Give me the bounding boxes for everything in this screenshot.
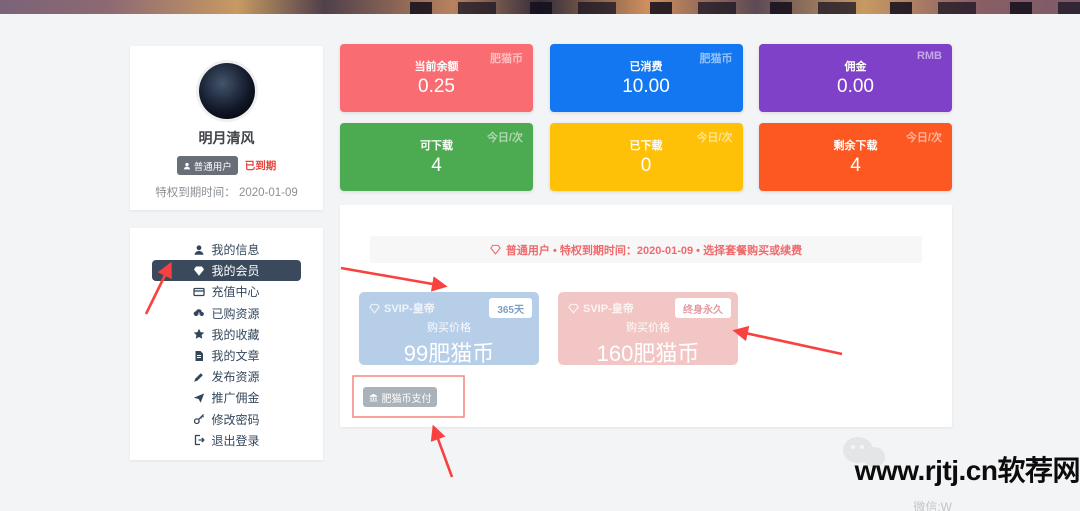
plan-card-365-days[interactable]: SVIP-皇帝 365天 购买价格 99肥猫币 <box>359 292 539 366</box>
sidebar-item-my-articles[interactable]: 我的文章 <box>152 345 301 366</box>
stat-tag: RMB <box>916 50 942 62</box>
avatar[interactable] <box>198 63 255 119</box>
gem-icon <box>193 265 205 277</box>
pay-with-coin-button[interactable]: 肥猫币支付 <box>363 387 437 407</box>
role-badge: 普通用户 <box>176 156 238 175</box>
user-icon <box>183 162 190 169</box>
gem-icon <box>490 244 501 255</box>
sidebar-item-label: 推广佣金 <box>211 391 260 406</box>
stat-tag: 今日/次 <box>696 132 733 144</box>
sidebar-item-recharge-center[interactable]: 充值中心 <box>152 281 301 302</box>
expiry-line: 特权到期时间： 2020-01-09 <box>130 184 323 200</box>
sidebar-item-change-password[interactable]: 修改密码 <box>152 409 301 430</box>
user-icon <box>193 244 205 256</box>
stat-value: 0.00 <box>837 76 874 97</box>
stat-tag: 肥猫币 <box>699 53 733 65</box>
stat-card-consumed: 肥猫币 已消费 10.00 <box>549 44 743 112</box>
stat-value: 0.25 <box>418 76 455 97</box>
plan-duration-badge: 365天 <box>489 298 532 318</box>
sidebar-menu: 我的信息 我的会员 充值中心 已购资源 我的收藏 我的文章 发布资源 推广佣金 <box>130 228 323 460</box>
stat-card-downloaded: 今日/次 已下载 0 <box>549 123 743 191</box>
sidebar-item-label: 我的文章 <box>211 349 260 364</box>
plan-price: 99肥猫币 <box>403 341 495 366</box>
stat-tag: 今日/次 <box>905 132 942 144</box>
sign-out-icon <box>193 434 206 446</box>
plan-duration-badge: 终身永久 <box>675 298 731 318</box>
stat-value: 4 <box>850 155 861 176</box>
stat-tag: 肥猫币 <box>490 53 523 65</box>
profile-card: 明月清风 普通用户 已到期 特权到期时间： 2020-01-09 <box>130 46 323 210</box>
plan-name: SVIP-皇帝 <box>583 303 634 315</box>
header-banner-image <box>0 0 1080 14</box>
membership-dashboard-page: 明月清风 普通用户 已到期 特权到期时间： 2020-01-09 我的信息 我的… <box>0 0 1080 511</box>
expiry-label: 特权到期时间： <box>155 187 236 199</box>
cloud-download-icon <box>193 307 205 319</box>
plan-list: SVIP-皇帝 365天 购买价格 99肥猫币 SVIP-皇帝 终身永久 购买价… <box>359 292 738 366</box>
sidebar-item-label: 已购资源 <box>211 306 260 321</box>
gem-icon <box>568 303 579 314</box>
pay-button-label: 肥猫币支付 <box>381 393 432 405</box>
sidebar-item-purchased-resources[interactable]: 已购资源 <box>152 303 301 324</box>
stat-card-commission: RMB 佣金 0.00 <box>759 44 952 112</box>
expiry-date: 2020-01-09 <box>238 187 298 199</box>
plan-name: SVIP-皇帝 <box>384 303 435 315</box>
stat-card-balance: 肥猫币 当前余额 0.25 <box>340 44 533 112</box>
watermark-text: www.rjtj.cn软荐网 <box>854 455 1080 486</box>
stat-card-downloadable: 今日/次 可下载 4 <box>340 123 533 191</box>
pen-icon <box>193 371 205 383</box>
annotation-arrow-pay-button <box>430 424 454 478</box>
sidebar-item-label: 我的信息 <box>211 243 260 258</box>
sidebar-item-my-info[interactable]: 我的信息 <box>152 239 301 260</box>
membership-panel: 普通用户 • 特权到期时间：2020-01-09 • 选择套餐购买或续费 SVI… <box>340 205 952 427</box>
stat-cards-grid: 肥猫币 当前余额 0.25 肥猫币 已消费 10.00 RMB 佣金 0.00 … <box>340 44 952 191</box>
sidebar-item-my-favorites[interactable]: 我的收藏 <box>152 324 301 345</box>
stat-tag: 今日/次 <box>486 132 523 144</box>
stat-value: 4 <box>431 155 442 176</box>
sidebar-item-my-membership[interactable]: 我的会员 <box>152 260 301 282</box>
sidebar-item-label: 退出登录 <box>211 433 260 448</box>
watermark-subtext: 微信:W <box>913 500 952 511</box>
membership-notice: 普通用户 • 特权到期时间：2020-01-09 • 选择套餐购买或续费 <box>370 236 922 263</box>
plan-price: 160肥猫币 <box>596 341 700 366</box>
credit-card-icon <box>193 286 206 298</box>
file-icon <box>193 350 205 362</box>
sidebar-item-label: 我的会员 <box>211 264 260 279</box>
bank-icon <box>369 393 377 401</box>
plan-name-row: SVIP-皇帝 <box>568 300 634 316</box>
key-icon <box>193 413 205 425</box>
role-badge-label: 普通用户 <box>193 161 232 173</box>
gem-icon <box>369 303 380 314</box>
paper-plane-icon <box>193 392 205 404</box>
stat-value: 0 <box>640 155 652 176</box>
banner-cityscape <box>410 2 1080 14</box>
notice-text: 普通用户 • 特权到期时间：2020-01-09 • 选择套餐购买或续费 <box>505 244 803 257</box>
badge-row: 普通用户 已到期 <box>130 156 323 175</box>
sidebar-item-logout[interactable]: 退出登录 <box>152 430 301 451</box>
sidebar-item-promotion-commission[interactable]: 推广佣金 <box>152 387 301 408</box>
sidebar-item-publish-resource[interactable]: 发布资源 <box>152 366 301 387</box>
sidebar-item-label: 充值中心 <box>211 285 260 300</box>
status-badge: 已到期 <box>244 160 277 172</box>
stat-value: 10.00 <box>622 76 670 97</box>
plan-name-row: SVIP-皇帝 <box>369 300 435 316</box>
stat-card-remaining-downloads: 今日/次 剩余下载 4 <box>759 123 952 191</box>
star-icon <box>193 328 205 340</box>
sidebar-item-label: 发布资源 <box>211 370 260 385</box>
username: 明月清风 <box>198 130 255 146</box>
sidebar-item-label: 修改密码 <box>211 412 260 427</box>
sidebar-item-label: 我的收藏 <box>211 327 260 342</box>
plan-card-lifetime[interactable]: SVIP-皇帝 终身永久 购买价格 160肥猫币 <box>558 292 738 366</box>
